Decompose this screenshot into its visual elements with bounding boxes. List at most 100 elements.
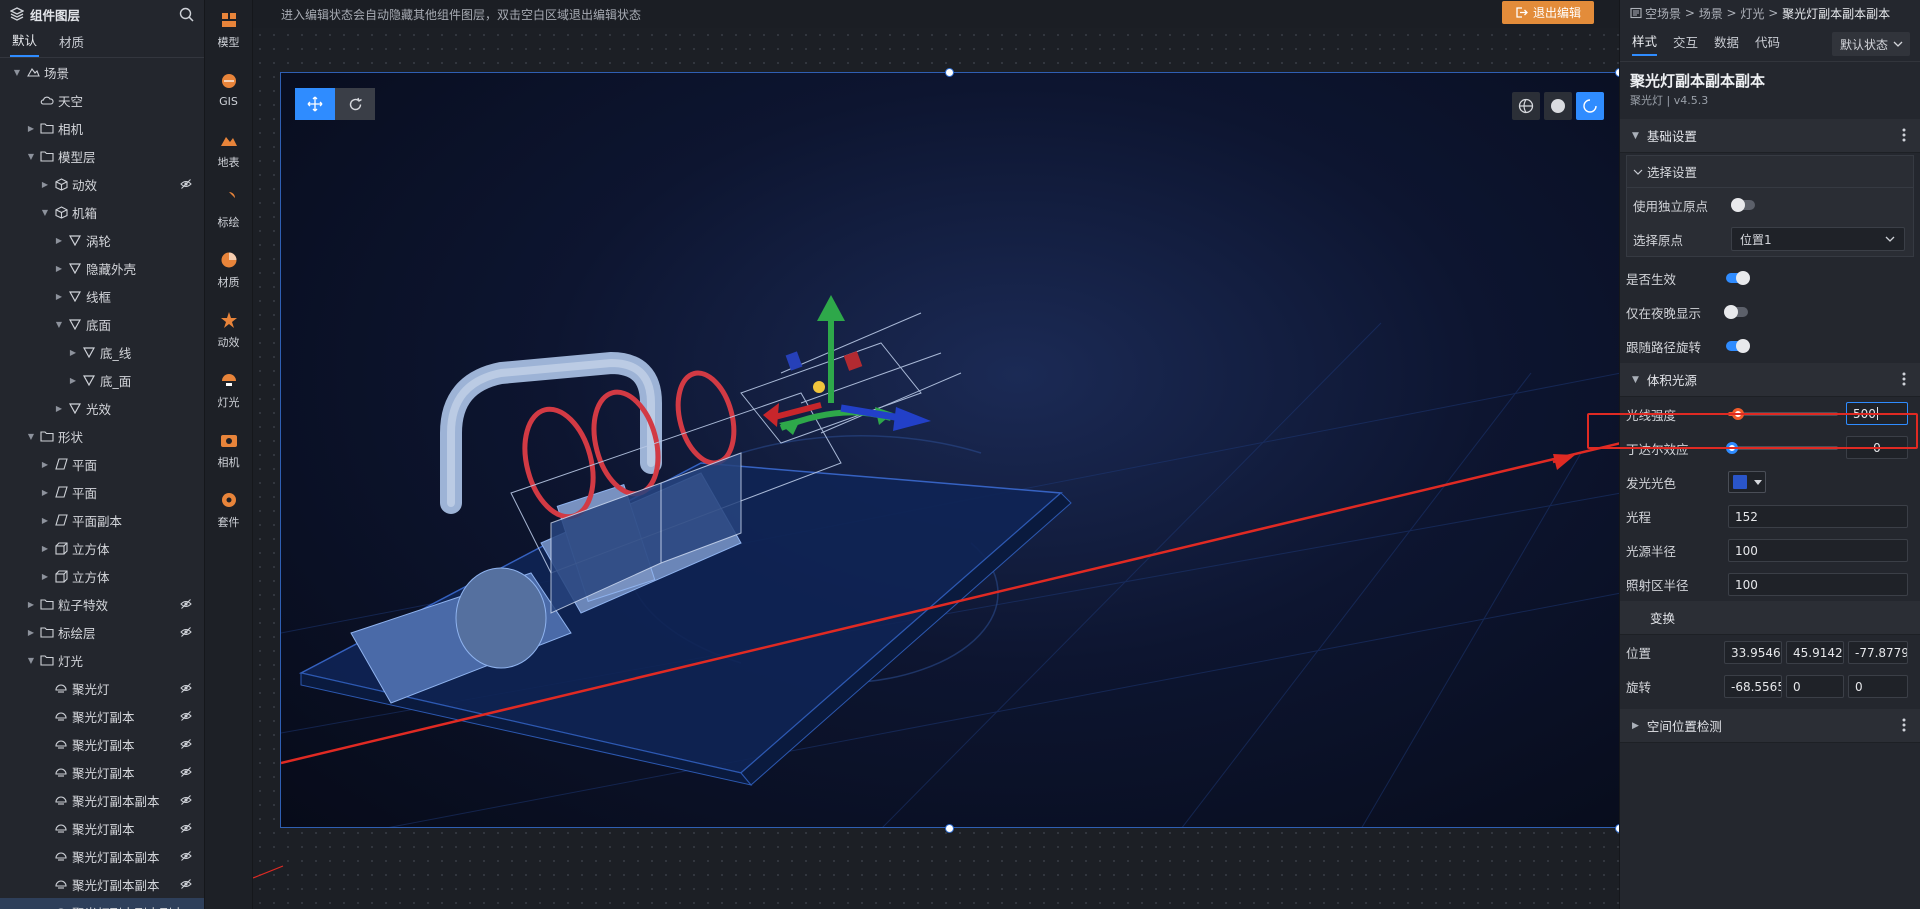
eye-off-icon[interactable] bbox=[180, 626, 192, 638]
caret-right-icon[interactable]: ▶ bbox=[54, 264, 64, 273]
rotation-z-input[interactable]: 0 bbox=[1848, 675, 1908, 698]
globe-view-button[interactable] bbox=[1512, 92, 1540, 120]
tree-item[interactable]: ▶ 光效 bbox=[0, 394, 204, 422]
use-origin-toggle[interactable] bbox=[1731, 198, 1755, 212]
search-icon[interactable] bbox=[179, 7, 194, 22]
rotation-y-input[interactable]: 0 bbox=[1786, 675, 1844, 698]
caret-right-icon[interactable]: ▶ bbox=[26, 600, 36, 609]
tyndall-input[interactable]: 0 bbox=[1846, 436, 1908, 459]
tree-item[interactable]: 聚光灯副本 bbox=[0, 814, 204, 842]
tyndall-slider[interactable] bbox=[1726, 442, 1838, 454]
tree-item[interactable]: ▼ 底面 bbox=[0, 310, 204, 338]
caret-down-icon[interactable]: ▼ bbox=[12, 68, 22, 77]
move-tool-button[interactable] bbox=[295, 88, 335, 120]
tree-item[interactable]: ▼ 形状 bbox=[0, 422, 204, 450]
tree-item[interactable]: ▶ 底_线 bbox=[0, 338, 204, 366]
icon-bar-item[interactable]: 材质 bbox=[205, 240, 252, 300]
icon-bar-item[interactable]: 套件 bbox=[205, 480, 252, 540]
caret-right-icon[interactable]: ▶ bbox=[26, 124, 36, 133]
tree-item[interactable]: ▶ 标绘层 bbox=[0, 618, 204, 646]
tree-item[interactable]: ▶ 动效 bbox=[0, 170, 204, 198]
area-radius-input[interactable]: 100 bbox=[1728, 573, 1908, 596]
tab-data[interactable]: 数据 bbox=[1714, 32, 1739, 55]
eye-off-icon[interactable] bbox=[180, 710, 192, 722]
more-icon[interactable] bbox=[1902, 127, 1906, 143]
tree-item[interactable]: ▶ 平面 bbox=[0, 450, 204, 478]
icon-bar-item[interactable]: 灯光 bbox=[205, 360, 252, 420]
tab-code[interactable]: 代码 bbox=[1755, 32, 1780, 55]
caret-down-icon[interactable]: ▼ bbox=[26, 152, 36, 161]
icon-bar-item[interactable]: 标绘 bbox=[205, 180, 252, 240]
intensity-input[interactable]: 500 bbox=[1846, 402, 1908, 425]
more-icon[interactable] bbox=[1902, 371, 1906, 387]
eye-off-icon[interactable] bbox=[180, 878, 192, 890]
tree-item[interactable]: 聚光灯副本 bbox=[0, 758, 204, 786]
follow-path-toggle[interactable] bbox=[1726, 339, 1750, 353]
caret-right-icon[interactable]: ▶ bbox=[68, 348, 78, 357]
position-y-input[interactable]: 45.914295 bbox=[1786, 641, 1844, 664]
state-select[interactable]: 默认状态 bbox=[1832, 32, 1910, 56]
caret-right-icon[interactable]: ▶ bbox=[26, 628, 36, 637]
caret-right-icon[interactable]: ▶ bbox=[40, 516, 50, 525]
tree-item[interactable]: 聚光灯副本副本副本 bbox=[0, 898, 204, 909]
icon-bar-item[interactable]: 相机 bbox=[205, 420, 252, 480]
caret-down-icon[interactable]: ▼ bbox=[54, 320, 64, 329]
caret-right-icon[interactable]: ▶ bbox=[40, 488, 50, 497]
tree-item[interactable]: 聚光灯 bbox=[0, 674, 204, 702]
icon-bar-item[interactable]: 地表 bbox=[205, 120, 252, 180]
tab-style[interactable]: 样式 bbox=[1632, 31, 1658, 56]
tree-item[interactable]: ▶ 线框 bbox=[0, 282, 204, 310]
breadcrumb-item[interactable]: 空场景 bbox=[1645, 5, 1681, 22]
rotation-x-input[interactable]: -68.556509 bbox=[1724, 675, 1782, 698]
caret-right-icon[interactable]: ▶ bbox=[54, 236, 64, 245]
breadcrumb-item[interactable]: 场景 bbox=[1699, 5, 1723, 22]
light-color-picker[interactable] bbox=[1728, 471, 1766, 493]
caret-right-icon[interactable]: ▶ bbox=[54, 404, 64, 413]
tree-item[interactable]: ▶ 隐藏外壳 bbox=[0, 254, 204, 282]
tab-default[interactable]: 默认 bbox=[10, 30, 40, 57]
tree-item[interactable]: ▼ 场景 bbox=[0, 58, 204, 86]
eye-off-icon[interactable] bbox=[180, 738, 192, 750]
caret-right-icon[interactable]: ▶ bbox=[40, 180, 50, 189]
tree-item[interactable]: 聚光灯副本副本 bbox=[0, 786, 204, 814]
tree-item[interactable]: ▶ 涡轮 bbox=[0, 226, 204, 254]
eye-off-icon[interactable] bbox=[180, 822, 192, 834]
tree-item[interactable]: ▶ 立方体 bbox=[0, 562, 204, 590]
icon-bar-item[interactable]: GIS bbox=[205, 60, 252, 120]
tree-item[interactable]: 聚光灯副本 bbox=[0, 730, 204, 758]
rotate-tool-button[interactable] bbox=[335, 88, 375, 120]
eye-off-icon[interactable] bbox=[180, 794, 192, 806]
tab-interaction[interactable]: 交互 bbox=[1673, 32, 1698, 55]
tree-item[interactable]: ▶ 粒子特效 bbox=[0, 590, 204, 618]
select-settings-header[interactable]: 选择设置 bbox=[1627, 156, 1913, 188]
eye-off-icon[interactable] bbox=[180, 598, 192, 610]
tree-item[interactable]: ▼ 灯光 bbox=[0, 646, 204, 674]
caret-right-icon[interactable]: ▶ bbox=[40, 572, 50, 581]
caret-right-icon[interactable]: ▶ bbox=[40, 544, 50, 553]
eye-off-icon[interactable] bbox=[180, 178, 192, 190]
tree-item[interactable]: ▶ 相机 bbox=[0, 114, 204, 142]
orbit-view-button[interactable] bbox=[1576, 92, 1604, 120]
position-x-input[interactable]: 33.954673 bbox=[1724, 641, 1782, 664]
eye-off-icon[interactable] bbox=[180, 850, 192, 862]
sphere-view-button[interactable] bbox=[1544, 92, 1572, 120]
transform-gizmo[interactable] bbox=[763, 295, 931, 435]
tree-item[interactable]: 聚光灯副本副本 bbox=[0, 842, 204, 870]
intensity-slider[interactable] bbox=[1728, 408, 1838, 420]
icon-bar-item[interactable]: 动效 bbox=[205, 300, 252, 360]
caret-down-icon[interactable]: ▼ bbox=[40, 208, 50, 217]
tab-material[interactable]: 材质 bbox=[57, 32, 86, 57]
caret-right-icon[interactable]: ▶ bbox=[54, 292, 64, 301]
caret-right-icon[interactable]: ▶ bbox=[40, 460, 50, 469]
section-volume-light[interactable]: ▼ 体积光源 bbox=[1620, 363, 1920, 397]
slider-thumb[interactable] bbox=[1726, 442, 1738, 454]
tree-item[interactable]: 聚光灯副本 bbox=[0, 702, 204, 730]
tree-item[interactable]: 天空 bbox=[0, 86, 204, 114]
radius-input[interactable]: 100 bbox=[1728, 539, 1908, 562]
section-space-detection[interactable]: ▶ 空间位置检测 bbox=[1620, 709, 1920, 743]
caret-down-icon[interactable]: ▼ bbox=[26, 432, 36, 441]
tree-item[interactable]: 聚光灯副本副本 bbox=[0, 870, 204, 898]
tree-item[interactable]: ▼ 机箱 bbox=[0, 198, 204, 226]
origin-select[interactable]: 位置1 bbox=[1731, 227, 1905, 251]
eye-off-icon[interactable] bbox=[180, 682, 192, 694]
